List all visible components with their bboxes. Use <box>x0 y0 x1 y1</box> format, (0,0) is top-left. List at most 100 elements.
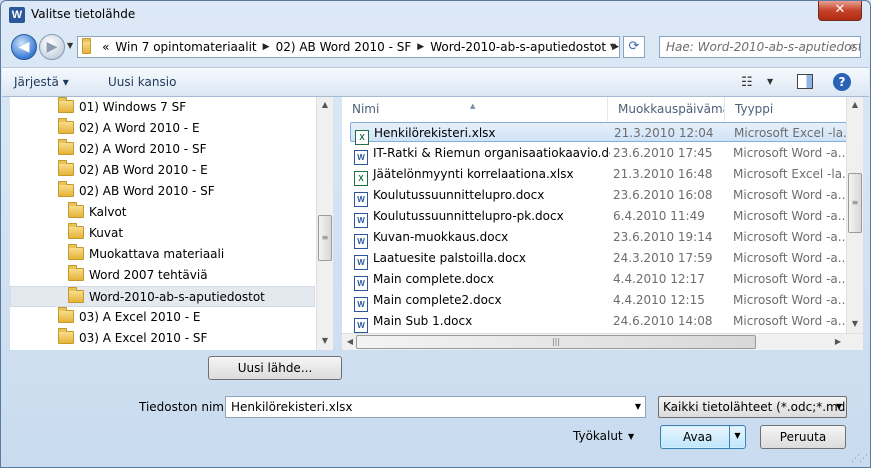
file-name-cell: X Henkilörekisteri.xlsx <box>355 123 611 145</box>
filename-input[interactable]: Henkilörekisteri.xlsx ▼ <box>225 396 646 418</box>
file-name: Kuvan-muokkaus.docx <box>373 230 509 244</box>
file-name: IT-Ratki & Riemun organisaatiokaavio.do.… <box>373 146 610 160</box>
scroll-thumb[interactable]: ≡ <box>318 215 332 261</box>
folder-icon <box>58 139 74 155</box>
tree-item-label: 02) A Word 2010 - E <box>79 121 200 135</box>
breadcrumb-item[interactable]: Word-2010-ab-s-aputiedostot <box>430 40 606 54</box>
word-file-icon: W <box>354 297 368 312</box>
scroll-down-icon[interactable]: ▼ <box>847 316 863 332</box>
file-row[interactable]: X Jäätelönmyynti korrelaationa.xlsx 21.3.… <box>350 164 847 186</box>
view-options-icon[interactable]: ☷ <box>741 75 753 90</box>
tree-item-label: 02) A Word 2010 - SF <box>79 142 207 156</box>
file-row[interactable]: W Kuvan-muokkaus.docx 23.6.2010 19:14 Mic… <box>350 227 847 249</box>
scroll-right-icon[interactable]: ▶ <box>830 334 846 350</box>
tree-item-label: 02) AB Word 2010 - E <box>79 163 208 177</box>
file-type: Microsoft Word -a... <box>733 209 845 223</box>
new-source-button[interactable]: Uusi lähde... <box>208 356 342 380</box>
tree-item[interactable]: Kuvat <box>68 223 123 244</box>
file-row[interactable]: W Koulutussuunnittelupro-pk.docx 6.4.2010… <box>350 206 847 228</box>
close-button[interactable]: ✕ <box>818 1 862 21</box>
tree-item[interactable]: 02) AB Word 2010 - SF <box>58 181 215 202</box>
scroll-down-icon[interactable]: ▼ <box>317 333 333 349</box>
file-name: Koulutussuunnittelupro-pk.docx <box>373 209 564 223</box>
breadcrumb-separator-icon[interactable]: ▶ <box>263 42 270 52</box>
word-file-icon: W <box>354 234 368 249</box>
tree-item[interactable]: 02) AB Word 2010 - E <box>58 160 208 181</box>
address-bar[interactable]: « Win 7 opintomateriaalit ▶ 02) AB Word … <box>77 36 620 58</box>
search-input[interactable]: Hae: Word-2010-ab-s-aputiedostot ⌕ <box>659 36 861 58</box>
file-row[interactable]: W Koulutussuunnittelupro.docx 23.6.2010 1… <box>350 185 847 207</box>
breadcrumb-overflow[interactable]: « <box>102 40 109 54</box>
file-row[interactable]: W Main complete.docx 4.4.2010 12:17 Micro… <box>350 269 847 291</box>
search-icon: ⌕ <box>849 39 856 53</box>
file-type: Microsoft Excel -la... <box>733 167 845 181</box>
folder-icon <box>68 244 84 260</box>
scroll-up-icon[interactable]: ▲ <box>847 97 863 113</box>
help-icon[interactable]: ? <box>833 73 851 91</box>
file-row[interactable]: W Laatuesite palstoilla.docx 24.3.2010 17… <box>350 248 847 270</box>
word-file-icon: W <box>354 318 368 333</box>
recent-pages-dropdown-icon[interactable]: ▼ <box>67 41 73 50</box>
file-row-selected[interactable]: X Henkilörekisteri.xlsx 21.3.2010 12:04 M… <box>350 122 847 145</box>
file-row[interactable]: W Main complete2.docx 4.4.2010 12:15 Micr… <box>350 290 847 312</box>
breadcrumb-item[interactable]: 02) AB Word 2010 - SF <box>276 40 412 54</box>
tree-item-selected[interactable]: Word-2010-ab-s-aputiedostot <box>10 286 315 307</box>
file-row[interactable]: W IT-Ratki & Riemun organisaatiokaavio.do… <box>350 143 847 165</box>
tree-item[interactable]: 03) A Excel 2010 - SF <box>58 328 207 349</box>
file-date: 4.4.2010 12:17 <box>613 272 705 286</box>
open-options-dropdown-icon[interactable]: ▼ <box>729 425 745 449</box>
new-folder-button[interactable]: Uusi kansio <box>108 75 176 89</box>
file-list-vertical-scrollbar[interactable]: ▲ ≡ ▼ <box>846 97 863 333</box>
word-file-icon: W <box>354 150 368 165</box>
tree-item[interactable]: 02) A Word 2010 - SF <box>58 139 206 160</box>
filetype-value: Kaikki tietolähteet (*.odc;*.mdb <box>663 400 847 414</box>
folder-icon <box>58 97 74 113</box>
file-type: Microsoft Word -a... <box>733 188 845 202</box>
tree-scrollbar[interactable]: ▲ ≡ ▼ <box>316 97 333 350</box>
tree-item[interactable]: 02) A Word 2010 - E <box>58 118 200 139</box>
tools-button[interactable]: Työkalut <box>573 429 623 443</box>
file-list-horizontal-scrollbar[interactable]: ◀ ||| ▶ <box>342 333 863 350</box>
file-name: Main Sub 1.docx <box>373 314 473 328</box>
file-type: Microsoft Word -a... <box>733 314 845 328</box>
tree-item[interactable]: Kalvot <box>68 202 127 223</box>
file-name-cell: W Koulutussuunnittelupro.docx <box>354 185 610 207</box>
address-history-dropdown-icon[interactable]: ▼ <box>606 37 620 57</box>
column-header-date[interactable]: Muokkauspäivämä... <box>608 97 725 121</box>
column-header-name[interactable]: Nimi ▲ <box>342 97 608 121</box>
scroll-thumb[interactable]: ||| <box>356 335 756 349</box>
scroll-thumb[interactable]: ≡ <box>848 173 862 233</box>
file-name: Laatuesite palstoilla.docx <box>373 251 527 265</box>
search-placeholder: Hae: Word-2010-ab-s-aputiedostot <box>666 40 861 54</box>
cancel-button[interactable]: Peruuta <box>760 425 846 449</box>
tree-item[interactable]: Word 2007 tehtäviä <box>68 265 208 286</box>
tree-item[interactable]: Muokattava materiaali <box>68 244 224 265</box>
filename-dropdown-icon[interactable]: ▼ <box>635 402 641 411</box>
forward-button[interactable]: ▶ <box>39 34 65 60</box>
tools-dropdown-icon[interactable]: ▼ <box>628 432 634 441</box>
column-header-type[interactable]: Tyyppi <box>725 97 847 121</box>
file-row[interactable]: W Main Sub 1.docx 24.6.2010 14:08 Microso… <box>350 311 847 333</box>
back-button[interactable]: ◀ <box>11 34 37 60</box>
column-header-label: Nimi <box>352 102 380 116</box>
file-date: 23.6.2010 16:08 <box>613 188 713 202</box>
tree-item[interactable]: 01) Windows 7 SF <box>58 97 186 118</box>
folder-icon <box>68 287 84 303</box>
file-date: 4.4.2010 12:15 <box>613 293 705 307</box>
excel-file-icon: X <box>354 171 368 186</box>
scroll-up-icon[interactable]: ▲ <box>317 97 333 113</box>
filetype-select[interactable]: Kaikki tietolähteet (*.odc;*.mdb ▼ <box>658 396 847 418</box>
breadcrumb-item[interactable]: Win 7 opintomateriaalit <box>115 40 256 54</box>
filetype-dropdown-icon[interactable]: ▼ <box>836 402 842 411</box>
refresh-button[interactable]: ⟳ <box>623 36 645 58</box>
preview-pane-icon[interactable] <box>797 74 813 89</box>
tree-item-label: 03) A Excel 2010 - SF <box>79 331 208 345</box>
command-toolbar: Järjestä ▾ Uusi kansio ☷ ▼ ? <box>2 67 869 97</box>
view-dropdown-icon[interactable]: ▼ <box>767 77 773 86</box>
tree-item[interactable]: 03) A Excel 2010 - E <box>58 307 200 328</box>
word-file-icon: W <box>354 192 368 207</box>
organize-button[interactable]: Järjestä ▾ <box>14 75 69 89</box>
file-type: Microsoft Word -a... <box>733 251 845 265</box>
breadcrumb-separator-icon[interactable]: ▶ <box>417 42 424 52</box>
resize-grip-icon[interactable]: ⋰⋰ <box>851 454 868 464</box>
